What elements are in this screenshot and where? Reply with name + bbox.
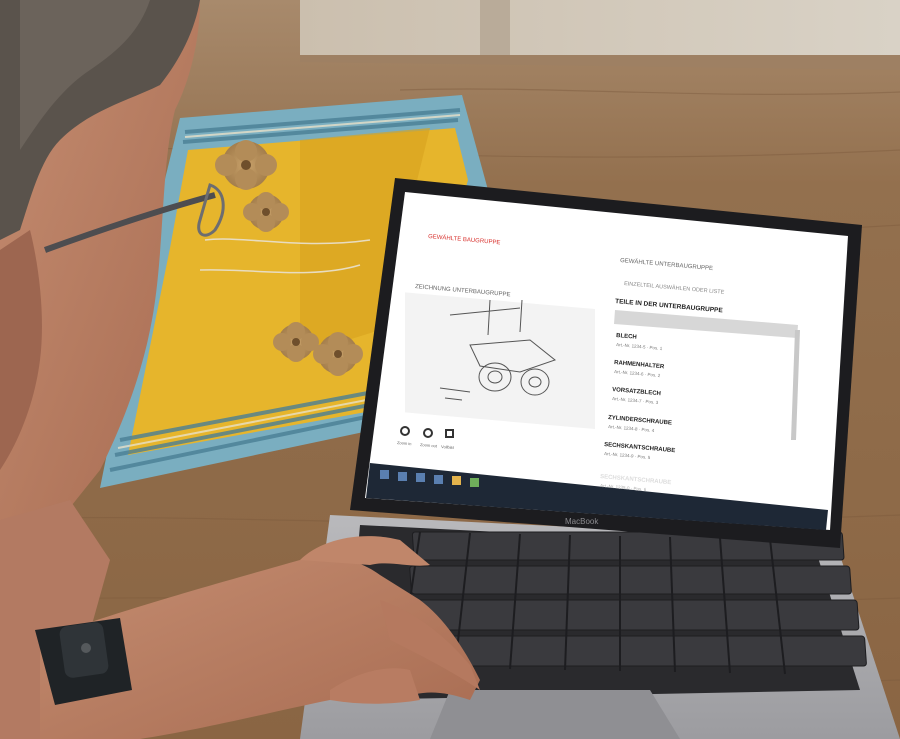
- brand-label: MacBook: [565, 517, 599, 526]
- drawing-area: [405, 292, 595, 430]
- scene-svg: GEWÄHLTE BAUGRUPPE ZEICHNUNG UNTERBAUGRU…: [0, 0, 900, 739]
- wall: [300, 0, 900, 55]
- laptop-lid: [350, 178, 862, 548]
- photo-scene: GEWÄHLTE BAUGRUPPE ZEICHNUNG UNTERBAUGRU…: [0, 0, 900, 739]
